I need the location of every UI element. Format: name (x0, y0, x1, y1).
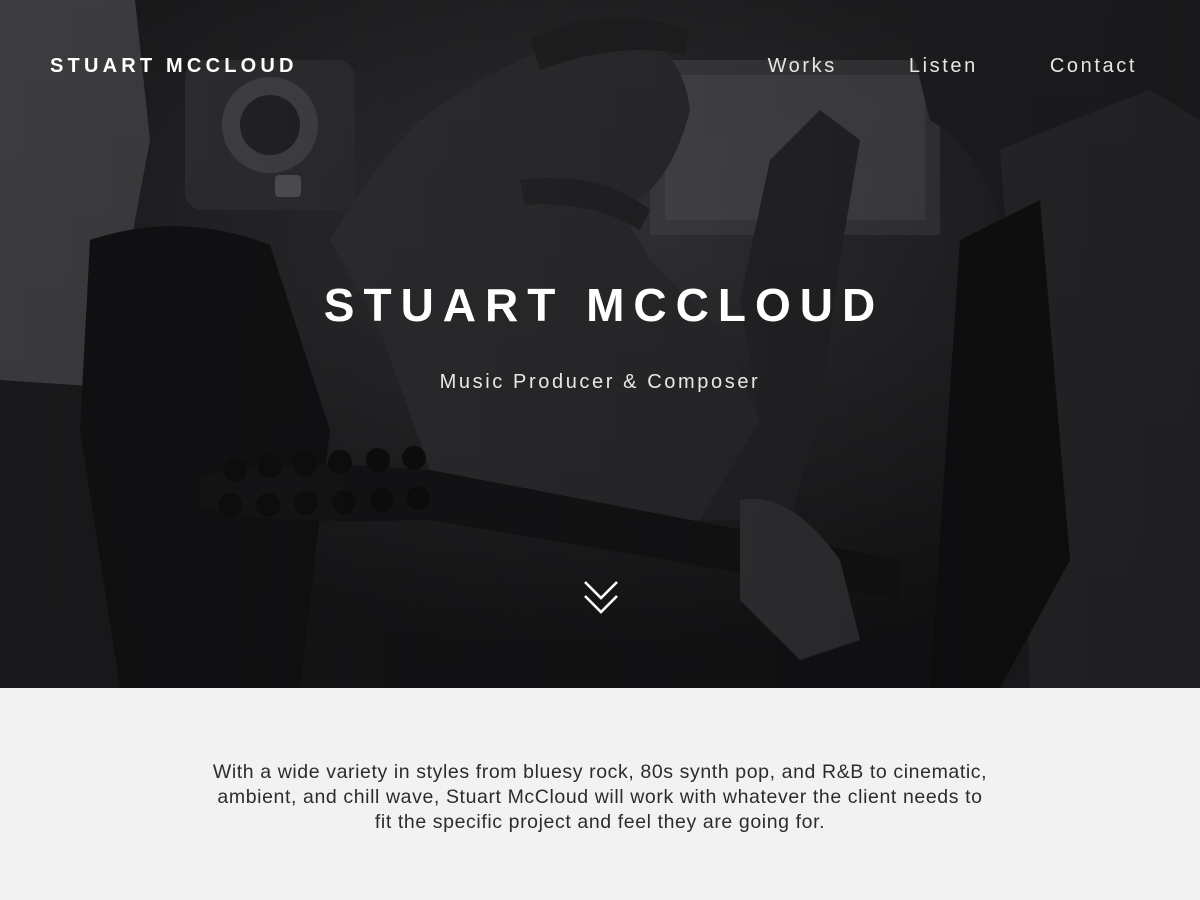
brand-logo-link[interactable]: STUART MCCLOUD (50, 55, 298, 78)
hero-subtitle: Music Producer & Composer (439, 371, 761, 393)
nav-link-contact[interactable]: Contact (1050, 55, 1137, 78)
nav-links: Works Listen Contact (768, 55, 1137, 78)
double-chevron-down-icon (584, 581, 618, 614)
about-description: With a wide variety in styles from blues… (212, 761, 988, 833)
top-navigation: STUART MCCLOUD Works Listen Contact (0, 0, 1200, 135)
nav-link-listen[interactable]: Listen (909, 55, 978, 78)
about-section: With a wide variety in styles from blues… (0, 688, 1200, 900)
hero-section: STUART MCCLOUD Works Listen Contact STUA… (0, 0, 1200, 688)
nav-link-works[interactable]: Works (768, 55, 837, 78)
hero-title: STUART MCCLOUD (323, 279, 885, 331)
scroll-down-button[interactable] (582, 580, 620, 616)
